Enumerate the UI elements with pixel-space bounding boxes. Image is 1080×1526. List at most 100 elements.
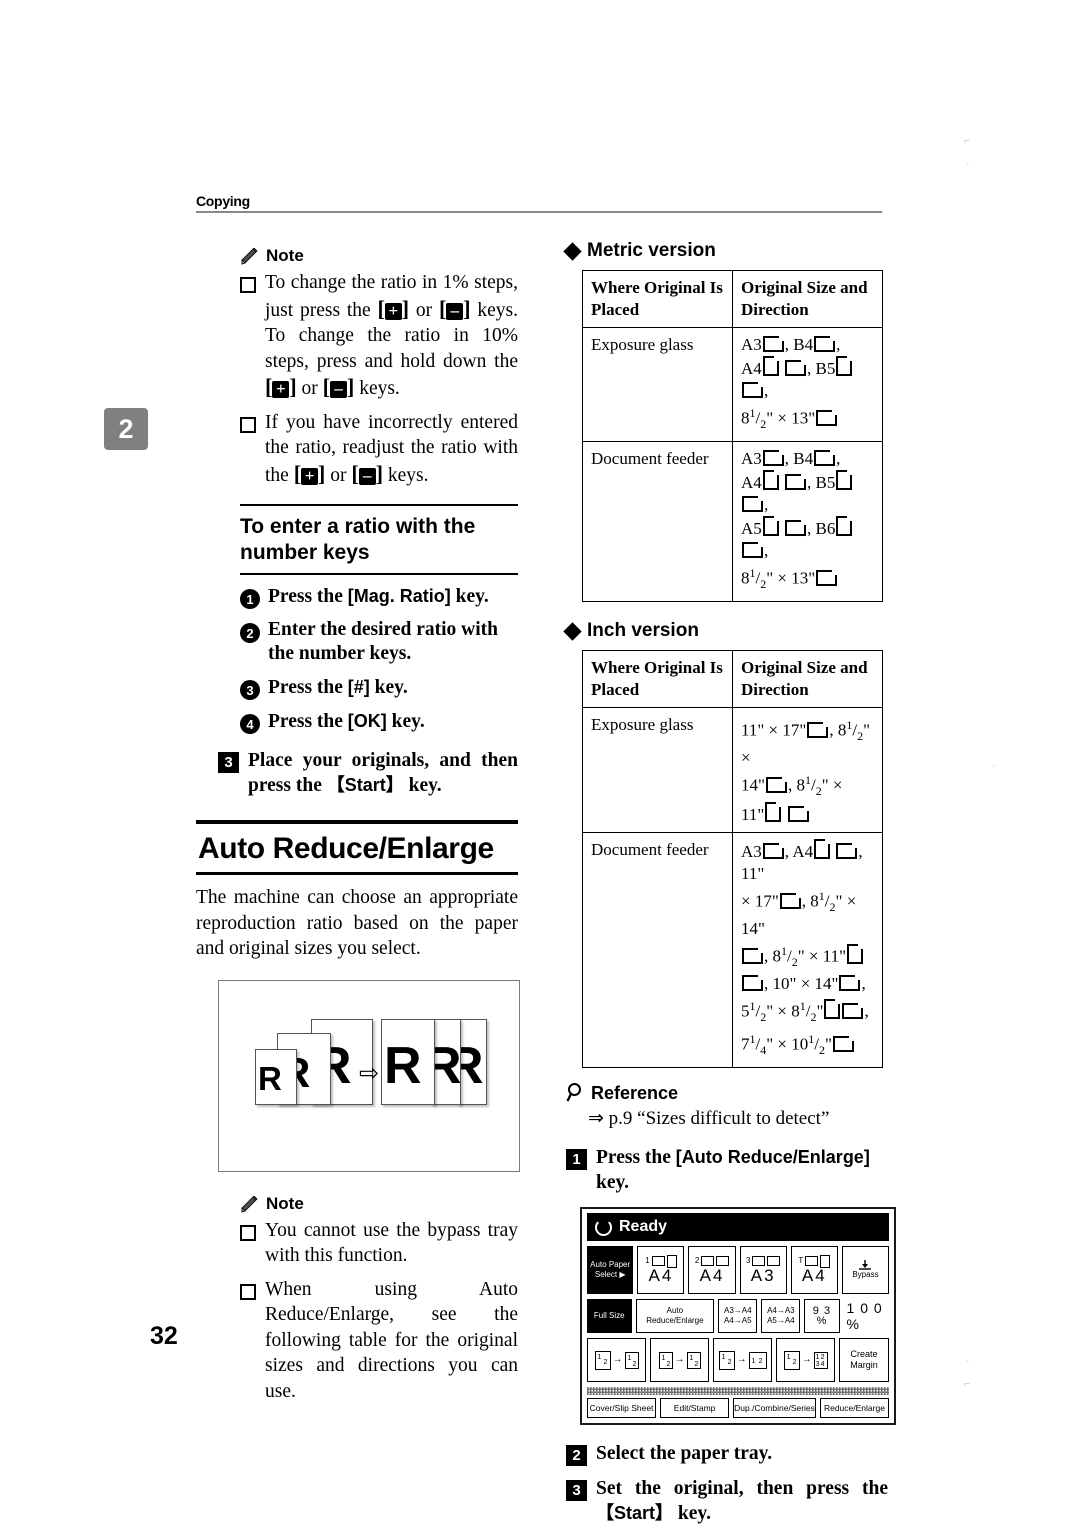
pencil-icon bbox=[241, 1195, 258, 1213]
landscape-icon bbox=[762, 450, 784, 467]
lcd-preset-ratio-3-button[interactable]: 9 3 % bbox=[804, 1299, 840, 1334]
lcd-tray-row: Auto Paper Select ▶ 1 A4 2 A4 3 A3 T A4 … bbox=[587, 1246, 890, 1295]
lcd-tray-3-button[interactable]: 3 A3 bbox=[739, 1246, 787, 1295]
section-rule-bottom bbox=[196, 872, 518, 875]
lcd-ratio-row: Full Size Auto Reduce/Enlarge A3→A4 A4→A… bbox=[587, 1299, 889, 1334]
portrait-icon bbox=[814, 839, 831, 860]
tray-stack-icon bbox=[752, 1256, 766, 1267]
step-text: Select the paper tray. bbox=[596, 1443, 773, 1465]
note-item: To change the ratio in 1% steps, just pr… bbox=[240, 270, 518, 402]
cell-where: Exposure glass bbox=[582, 326, 733, 443]
sheet-glyph: R bbox=[384, 1036, 422, 1095]
lcd-bypass-button[interactable]: Bypass bbox=[841, 1246, 890, 1295]
step-text: Enter the desired ratio with the number … bbox=[268, 619, 499, 664]
lcd-current-ratio-display: 1 0 0 % bbox=[846, 1300, 883, 1333]
step-number: 1 bbox=[240, 589, 260, 609]
tray-1-indicator: 1 bbox=[639, 1254, 682, 1268]
note-item: When using Auto Reduce/Enlarge, see the … bbox=[240, 1277, 518, 1405]
lcd-tray-t-button[interactable]: T A4 bbox=[790, 1246, 838, 1295]
crop-mark: · bbox=[992, 760, 996, 772]
landscape-icon bbox=[742, 542, 763, 559]
lcd-create-margin-button[interactable]: Create Margin bbox=[839, 1338, 889, 1383]
preset-3-label: 9 3 % bbox=[812, 1305, 832, 1328]
landscape-icon bbox=[832, 1035, 854, 1052]
lcd-duplex-2to2-button[interactable]: 12 → 12 bbox=[650, 1338, 710, 1383]
auto-reduce-enlarge-illustration: R R R ⇨ R R R bbox=[218, 979, 520, 1172]
numbered-step: 3 Press the [#] key. bbox=[240, 675, 518, 700]
landscape-icon bbox=[842, 1002, 864, 1019]
output-sheet-1: R bbox=[381, 1018, 435, 1105]
step-number: 3 bbox=[218, 752, 239, 773]
page-icon: 12 bbox=[748, 1351, 767, 1369]
metric-size-table: Where Original Is Placed Original Size a… bbox=[582, 270, 883, 603]
lcd-combine-2on1-button[interactable]: 12 → 12 bbox=[713, 1338, 773, 1383]
lcd-preset-ratio-1-button[interactable]: A3→A4 A4→A5 bbox=[718, 1299, 758, 1334]
left-column: Note To change the ratio in 1% steps, ju… bbox=[196, 246, 520, 1412]
preset-1-line-1: A3→A4 bbox=[724, 1306, 752, 1316]
tab-label: Cover/Slip Sheet bbox=[589, 1403, 654, 1414]
numbered-step: 2 Enter the desired ratio with the numbe… bbox=[240, 618, 518, 666]
note-item-text: If you have incorrectly entered the rati… bbox=[265, 411, 518, 486]
lcd-tab-edit-stamp[interactable]: Edit/Stamp bbox=[660, 1398, 730, 1419]
portrait-icon bbox=[762, 356, 779, 376]
lcd-tray-1-button[interactable]: 1 A4 bbox=[637, 1246, 685, 1295]
lcd-auto-paper-select-button[interactable]: Auto Paper Select ▶ bbox=[587, 1246, 634, 1295]
lcd-combine-4on1-button[interactable]: 12 → 1234 bbox=[776, 1338, 836, 1383]
section-intro-text: The machine can choose an appropriate re… bbox=[196, 887, 518, 959]
page-icon: 1234 bbox=[813, 1351, 828, 1369]
crop-mark: ⌐ bbox=[964, 135, 971, 147]
tray-3-indicator: 3 bbox=[742, 1256, 785, 1267]
landscape-icon bbox=[716, 1256, 730, 1267]
ready-indicator-icon bbox=[595, 1218, 612, 1236]
lcd-status-text: Ready bbox=[619, 1218, 668, 1236]
landscape-icon bbox=[742, 496, 763, 513]
auto-paper-line1: Auto Paper bbox=[590, 1260, 631, 1270]
sheet-glyph: R bbox=[432, 1040, 460, 1092]
lcd-preset-ratio-2-button[interactable]: A4→A3 A5→A4 bbox=[761, 1299, 801, 1334]
landscape-icon bbox=[816, 409, 838, 426]
lcd-tab-reduce-enlarge[interactable]: Reduce/Enlarge bbox=[819, 1398, 889, 1419]
cell-where: Exposure glass bbox=[582, 707, 733, 834]
landscape-icon bbox=[785, 520, 807, 537]
tab-label: Edit/Stamp bbox=[673, 1403, 716, 1414]
bypass-label: Bypass bbox=[852, 1270, 879, 1280]
diamond-bullet-icon bbox=[563, 241, 582, 261]
portrait-icon bbox=[836, 470, 853, 491]
note-item: If you have incorrectly entered the rati… bbox=[240, 410, 518, 489]
lcd-full-size-button[interactable]: Full Size bbox=[587, 1299, 632, 1334]
transform-arrow-icon: ⇨ bbox=[359, 1060, 380, 1087]
right-column: Metric version Where Original Is Placed … bbox=[563, 240, 896, 1526]
column-header-size: Original Size and Direction bbox=[732, 650, 883, 709]
portrait-icon bbox=[765, 802, 782, 823]
tray-3-number: 3 bbox=[745, 1256, 751, 1266]
lcd-tab-row: Cover/Slip Sheet Edit/Stamp Dup./Combine… bbox=[587, 1398, 889, 1419]
diamond-bullet-icon bbox=[563, 621, 582, 641]
tab-label: Reduce/Enlarge bbox=[823, 1403, 885, 1414]
running-header: Copying bbox=[196, 193, 882, 213]
lcd-separator bbox=[587, 1387, 889, 1396]
cell-sizes: A3, A4 , 11" × 17", 81/2" × 14" , 81/2" … bbox=[732, 832, 883, 1069]
lcd-tray-2-button[interactable]: 2 A4 bbox=[688, 1246, 736, 1295]
note-heading: Note bbox=[240, 1194, 518, 1214]
section-heading: Auto Reduce/Enlarge bbox=[196, 820, 518, 875]
landscape-icon bbox=[807, 721, 829, 738]
page-icon: 12 bbox=[658, 1351, 673, 1369]
note-item-text: When using Auto Reduce/Enlarge, see the … bbox=[265, 1278, 518, 1402]
auto-reduce-enlarge-label: Auto Reduce/Enlarge bbox=[646, 1306, 704, 1326]
numbered-step: 1 Press the [Mag. Ratio] key. bbox=[240, 584, 518, 609]
lcd-duplex-1to2-button[interactable]: 12 → 12 bbox=[587, 1338, 647, 1383]
original-sheet-small: R bbox=[255, 1048, 297, 1105]
tray-stack-icon bbox=[651, 1256, 665, 1267]
tray-2-indicator: 2 bbox=[690, 1256, 733, 1267]
lcd-auto-reduce-enlarge-button[interactable]: Auto Reduce/Enlarge bbox=[635, 1299, 715, 1334]
chapter-tab-number: 2 bbox=[118, 413, 134, 444]
note-heading: Note bbox=[240, 246, 518, 266]
note-item-text: To change the ratio in 1% steps, just pr… bbox=[265, 272, 519, 399]
lcd-tab-dup-combine-series[interactable]: Dup./Combine/Series bbox=[733, 1398, 816, 1419]
tray-1-size: A4 bbox=[648, 1265, 674, 1285]
lcd-tab-cover-slip-sheet[interactable]: Cover/Slip Sheet bbox=[587, 1398, 657, 1419]
reference-text: ⇒ p.9 “Sizes difficult to detect” bbox=[588, 1108, 830, 1130]
crop-mark: · bbox=[966, 1355, 970, 1367]
sheet-glyph: R bbox=[258, 1059, 282, 1097]
crop-mark: · bbox=[966, 158, 970, 170]
